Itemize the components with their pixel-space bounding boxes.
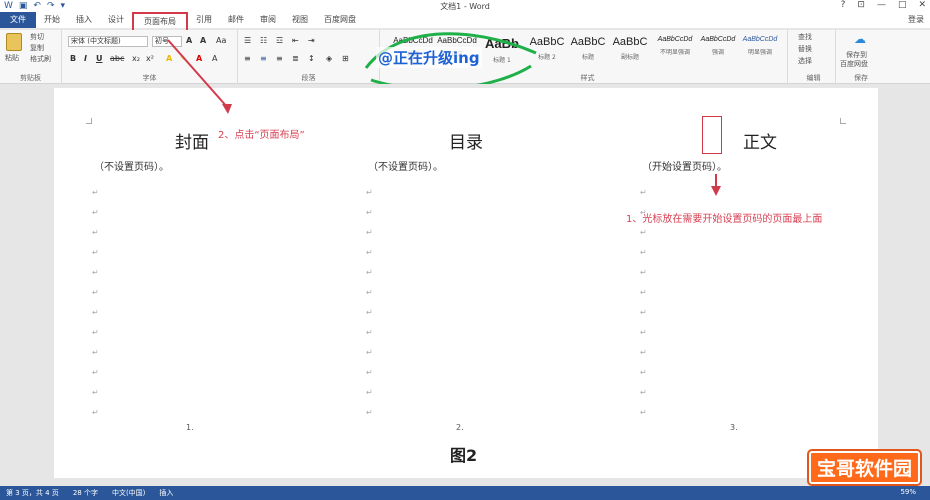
arrow-to-layout-tab bbox=[167, 39, 229, 109]
arrowhead bbox=[222, 104, 232, 114]
status-page[interactable]: 第 3 页，共 4 页 bbox=[6, 488, 59, 498]
word-window: W ▣ ↶ ↷ ▾ 文档1 - Word ? ⊡ — □ ✕ 文件 开始 插入 … bbox=[0, 0, 930, 500]
figure-caption: 图2 bbox=[448, 442, 480, 466]
annotation-step-2: 2、点击“页面布局” bbox=[218, 130, 305, 141]
annotation-step-1: 1、光标放在需要开始设置页码的页面最上面 bbox=[626, 214, 823, 225]
arrowhead bbox=[711, 186, 721, 196]
annotation-arrows bbox=[167, 39, 721, 196]
site-logo: 宝哥软件园 bbox=[808, 451, 920, 484]
cursor-highlight-box bbox=[702, 116, 722, 154]
status-words[interactable]: 28 个字 bbox=[73, 488, 98, 498]
status-mode[interactable]: 插入 bbox=[159, 488, 173, 498]
zoom-level[interactable]: 59% bbox=[900, 488, 916, 496]
status-language[interactable]: 中文(中国) bbox=[112, 488, 145, 498]
status-bar: 第 3 页，共 4 页 28 个字 中文(中国) 插入 59% bbox=[0, 486, 930, 500]
